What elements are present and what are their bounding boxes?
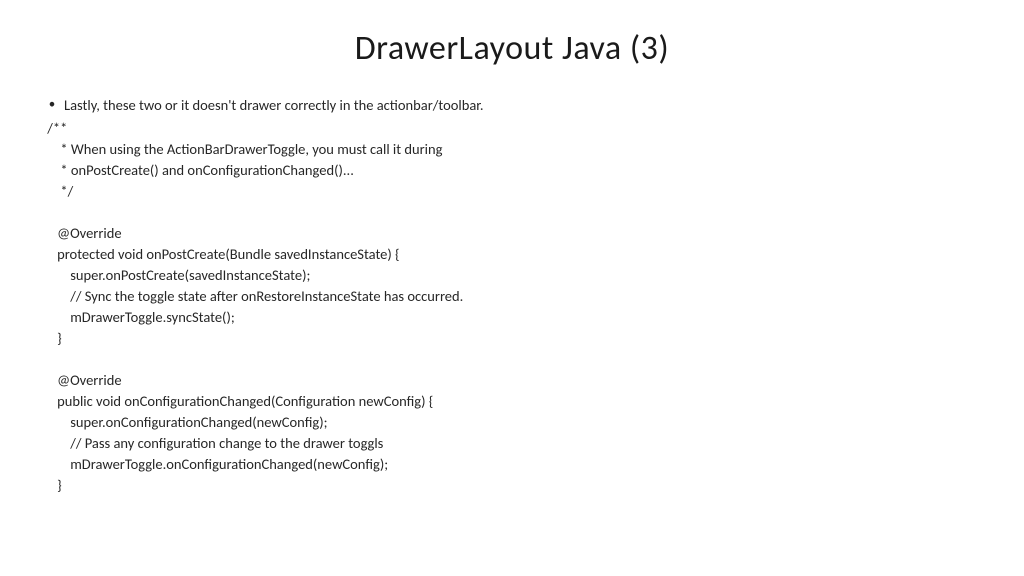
code-line: /** [44, 119, 67, 137]
code-line: * When using the ActionBarDrawerToggle, … [44, 140, 442, 158]
code-line: @Override [44, 371, 122, 389]
code-line: public void onConfigurationChanged(Confi… [44, 392, 433, 410]
code-line: */ [44, 182, 73, 200]
code-line: // Sync the toggle state after onRestore… [44, 287, 463, 305]
code-line: } [44, 476, 62, 494]
bullet-text: Lastly, these two or it doesn't drawer c… [64, 95, 984, 116]
code-line: mDrawerToggle.onConfigurationChanged(new… [44, 455, 388, 473]
code-line: } [44, 329, 62, 347]
code-line: @Override [44, 224, 122, 242]
code-line: // Pass any configuration change to the … [44, 434, 383, 452]
code-line: protected void onPostCreate(Bundle saved… [44, 245, 400, 263]
code-line: mDrawerToggle.syncState(); [44, 308, 235, 326]
bullet-marker-icon: • [40, 95, 64, 116]
bullet-item: • Lastly, these two or it doesn't drawer… [40, 95, 984, 116]
slide-content: • Lastly, these two or it doesn't drawer… [40, 95, 984, 496]
code-line: super.onConfigurationChanged(newConfig); [44, 413, 327, 431]
code-line: * onPostCreate() and onConfigurationChan… [44, 161, 354, 179]
code-block: /** * When using the ActionBarDrawerTogg… [40, 118, 984, 496]
code-line: super.onPostCreate(savedInstanceState); [44, 266, 310, 284]
slide-container: DrawerLayout Java (3) • Lastly, these tw… [0, 0, 1024, 576]
slide-title: DrawerLayout Java (3) [40, 28, 984, 69]
